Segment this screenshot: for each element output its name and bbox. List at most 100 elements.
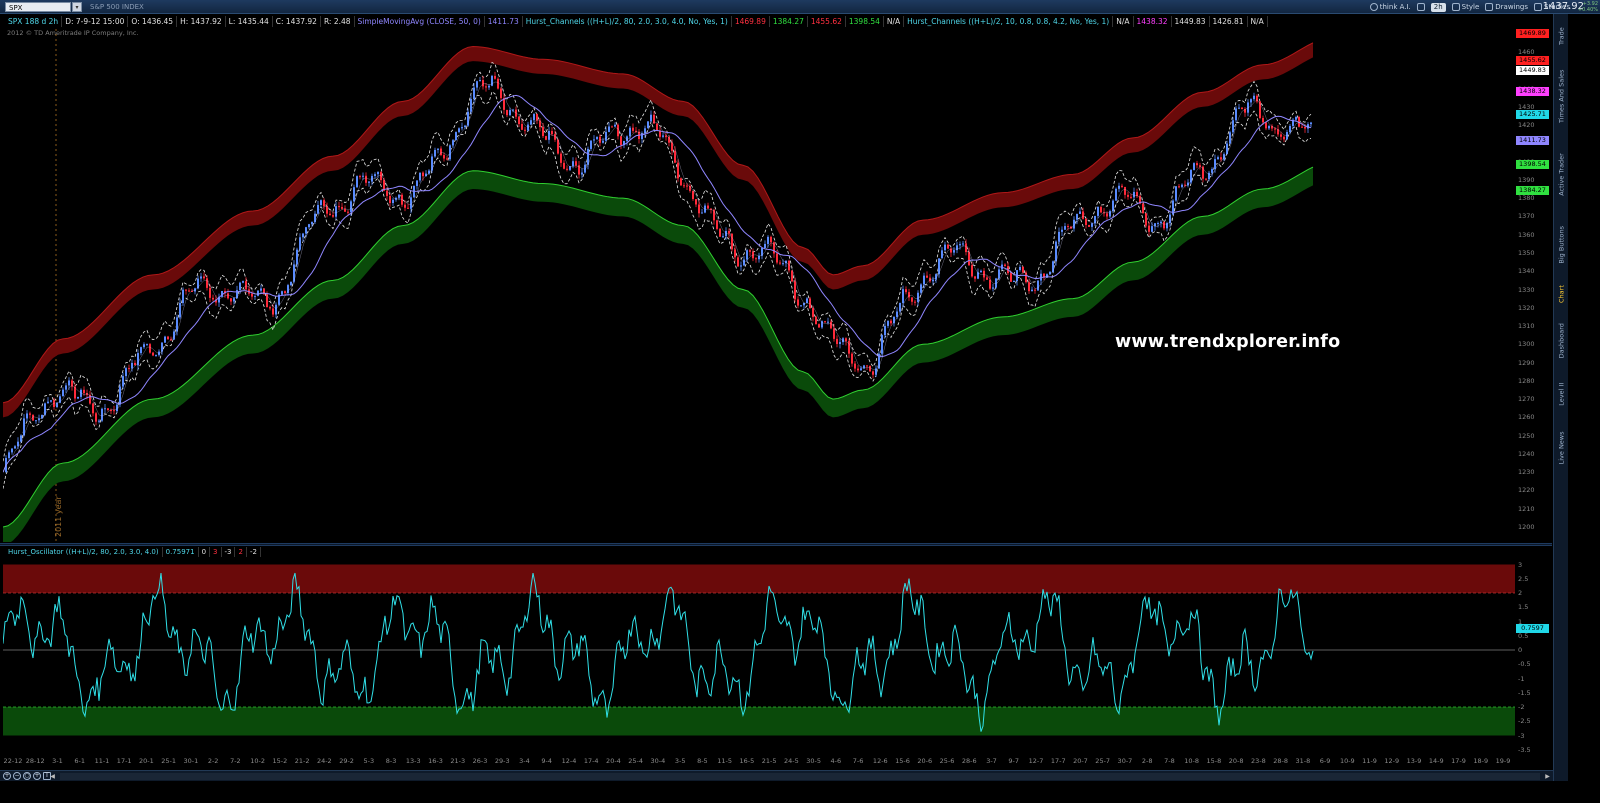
candle-body	[473, 87, 475, 100]
date-tick-label: 8-3	[385, 757, 397, 765]
crosshair-icon[interactable]: +	[33, 772, 41, 780]
candle-body	[869, 365, 871, 372]
candle-body	[509, 110, 511, 116]
scroll-right-icon[interactable]: ▶	[1543, 772, 1552, 781]
date-axis[interactable]: 22-12 28-12 3-1 6-1 11-1 17-1 20-1 25-1 30-1 2-2 7…	[3, 757, 1515, 769]
oscillator-tick-label: 2.5	[1518, 574, 1529, 583]
candle-body	[671, 142, 673, 151]
candle-body	[443, 155, 445, 159]
sma-study-label[interactable]: SimpleMovingAvg (CLOSE, 50, 0)	[355, 15, 485, 27]
candle-body	[1181, 184, 1183, 188]
candle-body	[68, 380, 70, 386]
oscillator-chart[interactable]	[3, 558, 1515, 750]
price-tick-label: 1270	[1518, 395, 1535, 404]
candle-body	[872, 371, 874, 375]
candle-body	[566, 168, 568, 170]
scroll-left-icon[interactable]: ◀	[48, 772, 57, 781]
drawings-button[interactable]: Drawings	[1485, 3, 1528, 11]
side-tab-big-buttons[interactable]: Big Buttons	[1555, 214, 1568, 275]
think-ai-button[interactable]: think A.I.	[1369, 3, 1411, 11]
candle-body	[1217, 157, 1219, 160]
bar-high: H: 1437.92	[177, 15, 226, 27]
candle-body	[1157, 223, 1159, 225]
date-tick-label: 6-9	[1319, 757, 1331, 765]
date-tick-label: 20-8	[1228, 757, 1244, 765]
candle-body	[1037, 280, 1039, 291]
chart-tools: + − ○ + T	[3, 772, 51, 780]
side-tab-level-ii[interactable]: Level II	[1555, 371, 1568, 418]
candle-body	[575, 161, 577, 166]
bottom-toolbar: + − ○ + T ◀ ▶	[0, 770, 1600, 781]
candle-body	[1151, 226, 1153, 232]
magnifier-icon[interactable]: ○	[23, 772, 31, 780]
zoom-out-icon[interactable]: −	[13, 772, 21, 780]
side-tab-chart[interactable]: Chart	[1555, 278, 1568, 311]
price-tick-label: 1240	[1518, 449, 1535, 458]
candle-body	[437, 148, 439, 150]
candle-body	[374, 174, 376, 176]
price-tick-label: 1200	[1518, 523, 1535, 531]
candle-body	[182, 289, 184, 303]
date-tick-label: 15-8	[1206, 757, 1222, 765]
date-tick-label: 25-7	[1095, 757, 1111, 765]
candle-body	[125, 368, 127, 377]
candle-body	[1022, 266, 1024, 273]
candle-body	[269, 307, 271, 309]
candle-body	[857, 368, 859, 371]
candle-body	[1178, 186, 1180, 188]
candle-body	[1094, 215, 1096, 224]
candle-body	[650, 114, 652, 122]
price-tick-label: 1220	[1518, 486, 1535, 495]
price-chart[interactable]: 2011 year	[3, 29, 1515, 542]
candle-body	[740, 265, 742, 267]
candle-body	[440, 148, 442, 156]
candle-body	[779, 262, 781, 264]
candle-body	[107, 408, 109, 410]
candle-body	[461, 127, 463, 129]
date-tick-label: 30-1	[183, 757, 199, 765]
side-tab-times-and-sales[interactable]: Times And Sales	[1555, 57, 1568, 136]
panel-divider[interactable]	[0, 543, 1552, 546]
hurst-channel-1-label[interactable]: Hurst_Channels ((H+L)/2, 80, 2.0, 3.0, 4…	[523, 15, 732, 27]
oscillator-label[interactable]: Hurst_Oscillator ((H+L)/2, 80, 2.0, 3.0,…	[5, 547, 163, 557]
bar-range: R: 2.48	[321, 15, 355, 27]
side-tab-live-news[interactable]: Live News	[1555, 422, 1568, 473]
hurst-channel-2-label[interactable]: Hurst_Channels ((H+L)/2, 10, 0.8, 0.8, 4…	[904, 15, 1114, 27]
candle-body	[1283, 136, 1285, 140]
price-axis[interactable]: 1200 1210 1220 1230 1240 1250 1260 1270 1280 1290…	[1515, 29, 1552, 542]
timeframe-button[interactable]: 2h	[1430, 2, 1446, 12]
ticker-aggregation[interactable]: SPX 188 d 2h	[5, 15, 63, 27]
candle-body	[1010, 273, 1012, 282]
candle-body	[614, 124, 616, 127]
side-tab-dashboard[interactable]: Dashboard	[1555, 315, 1568, 366]
bar-date: D: 7-9-12 15:00	[62, 15, 129, 27]
candle-body	[320, 200, 322, 206]
candle-body	[1133, 191, 1135, 198]
candle-body	[17, 441, 19, 447]
candle-body	[782, 263, 784, 265]
candle-body	[1154, 223, 1156, 227]
candle-body	[830, 321, 832, 329]
candle-body	[968, 252, 970, 266]
candle-body	[797, 299, 799, 306]
price-tick-label: 1260	[1518, 413, 1535, 422]
candle-body	[1301, 126, 1303, 128]
side-tab-active-trader[interactable]: Active Trader	[1555, 140, 1568, 210]
horizontal-scrollbar[interactable]	[60, 773, 1540, 780]
zoom-in-icon[interactable]: +	[3, 772, 11, 780]
side-tab-trade[interactable]: Trade	[1555, 20, 1568, 53]
candle-body	[851, 353, 853, 364]
symbol-input[interactable]: SPX	[5, 2, 71, 12]
oscillator-level: 2	[235, 547, 247, 557]
candle-body	[38, 418, 40, 421]
candle-body	[1097, 206, 1099, 216]
settings-button[interactable]	[1416, 3, 1425, 11]
price-tick-label: 1420	[1518, 121, 1535, 130]
candle-body	[377, 172, 379, 175]
date-tick-label: 25-4	[628, 757, 644, 765]
oscillator-tick-label: -1.5	[1518, 688, 1531, 697]
candle-body	[746, 250, 748, 260]
oscillator-axis[interactable]: 3 2.5 2 1.5 1 0.5 0 -0.5 -1 -1.5 -2 -2.5 -3 -3.5 0.759…	[1515, 558, 1552, 754]
style-button[interactable]: Style	[1451, 3, 1479, 11]
symbol-dropdown-icon[interactable]: ▾	[72, 2, 82, 12]
